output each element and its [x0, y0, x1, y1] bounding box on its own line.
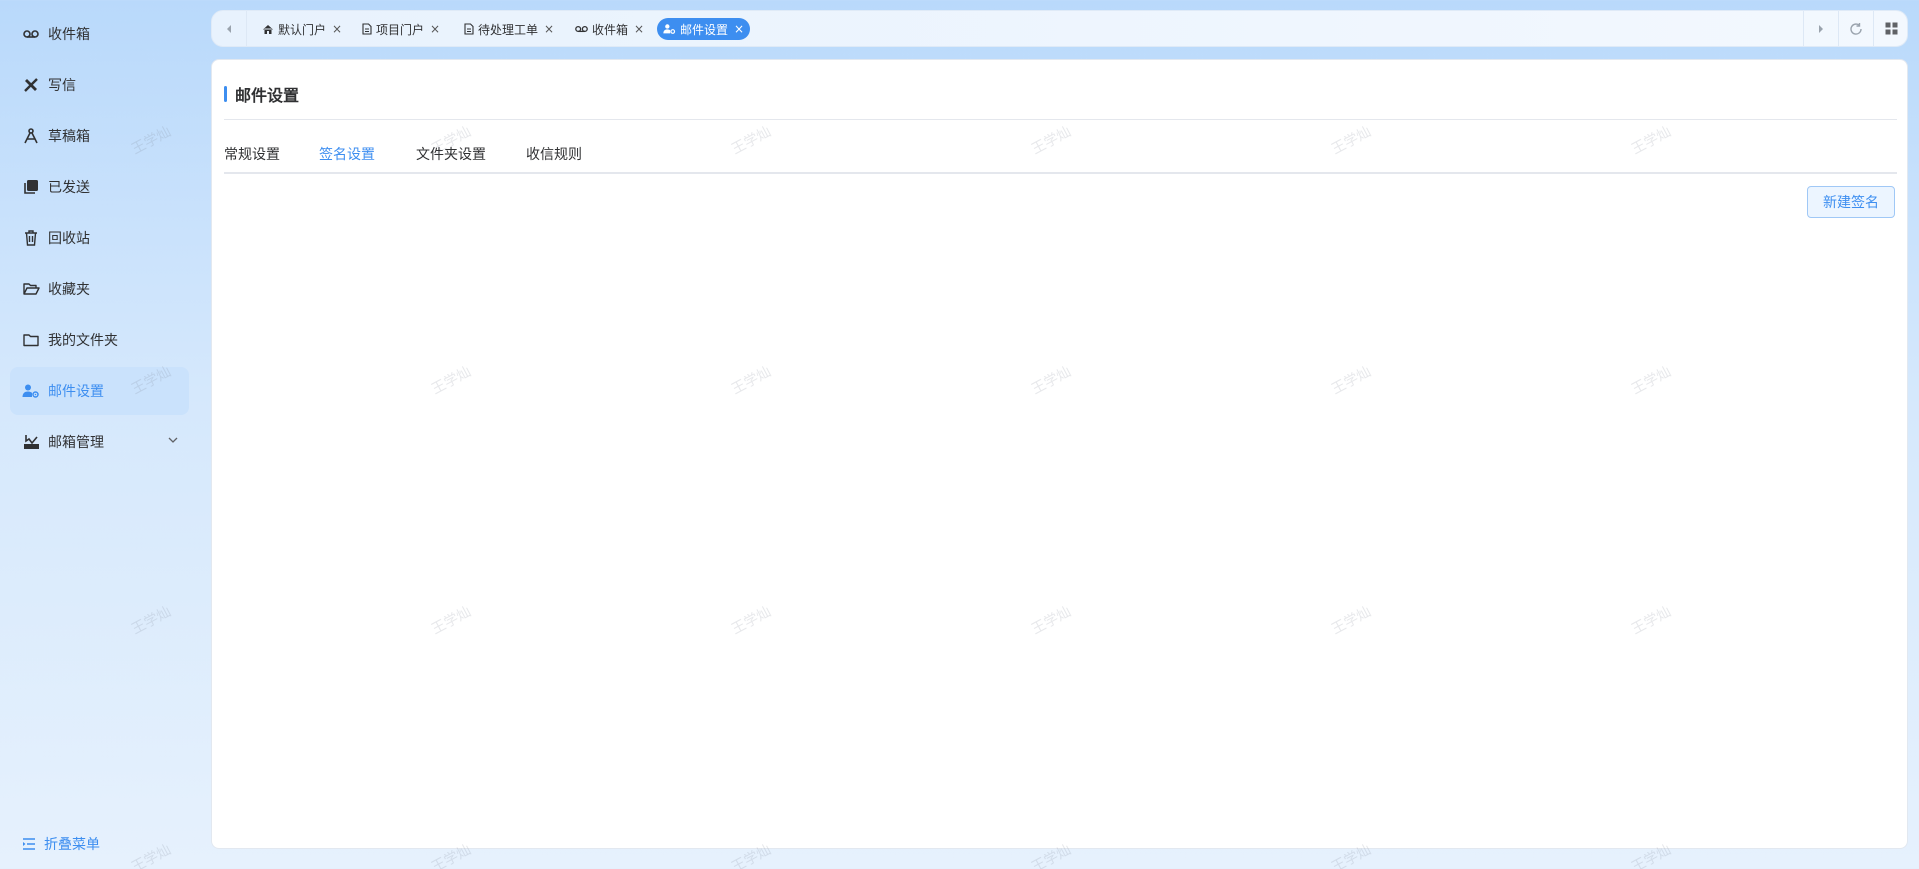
caret-left-icon — [227, 24, 231, 33]
sidebar-item-compose[interactable]: 写信 — [10, 61, 189, 109]
tabs-divider — [224, 172, 1897, 174]
page-title-text: 邮件设置 — [235, 86, 300, 105]
sidebar-item-label: 收件箱 — [48, 27, 90, 43]
sidebar-item-label: 草稿箱 — [48, 129, 90, 145]
voicemail-icon — [575, 25, 588, 33]
caret-right-icon — [1819, 24, 1823, 33]
sidebar: 收件箱 写信 草稿箱 已发送 回收站 收藏夹 我的文件夹 邮件设置 邮箱管理 折… — [0, 0, 200, 869]
sidebar-item-trash[interactable]: 回收站 — [10, 214, 189, 262]
tab-label: 收件箱 — [592, 22, 629, 37]
tab-receive-rules[interactable]: 收信规则 — [526, 144, 582, 174]
folder-open-icon — [22, 280, 40, 298]
page-title: 邮件设置 — [224, 82, 299, 106]
sidebar-item-label: 邮箱管理 — [48, 435, 104, 451]
tab-scroll-left-button[interactable] — [212, 11, 246, 46]
tab-folder-settings[interactable]: 文件夹设置 — [416, 144, 486, 174]
sidebar-item-mailbox-management[interactable]: 邮箱管理 — [10, 418, 189, 466]
tab-general-settings[interactable]: 常规设置 — [224, 144, 280, 174]
grid-icon — [1885, 22, 1897, 35]
tab-menu-button[interactable] — [1874, 11, 1908, 46]
document-icon — [362, 23, 372, 35]
folder-icon — [22, 331, 40, 349]
tab-label: 项目门户 — [376, 22, 425, 37]
sidebar-item-drafts[interactable]: 草稿箱 — [10, 112, 189, 160]
sidebar-item-label: 邮件设置 — [48, 384, 104, 400]
tab-close-button[interactable]: × — [734, 22, 744, 36]
title-accent-bar — [224, 86, 227, 102]
collapse-menu-button[interactable]: 折叠菜单 — [22, 834, 100, 854]
sidebar-item-inbox[interactable]: 收件箱 — [10, 10, 189, 58]
compass-draft-icon — [22, 127, 40, 145]
sidebar-item-label: 写信 — [48, 78, 76, 94]
sidebar-item-mail-settings[interactable]: 邮件设置 — [10, 367, 189, 415]
chevron-down-icon[interactable] — [167, 434, 179, 450]
user-gear-icon — [22, 382, 40, 400]
document-icon — [464, 23, 474, 35]
trash-icon — [22, 229, 40, 247]
main-panel: 邮件设置 常规设置 签名设置 文件夹设置 收信规则 新建签名 — [211, 59, 1908, 849]
tab-close-button[interactable]: × — [544, 22, 554, 36]
tab-project-portal[interactable]: 项目门户 × — [356, 18, 446, 40]
home-icon — [262, 24, 274, 35]
sidebar-item-label: 回收站 — [48, 231, 90, 247]
tab-label: 默认门户 — [278, 22, 327, 37]
list-collapse-icon — [22, 838, 36, 850]
tab-label: 待处理工单 — [478, 22, 539, 37]
tab-close-button[interactable]: × — [634, 22, 644, 36]
tab-inbox[interactable]: 收件箱 × — [569, 18, 650, 40]
collapse-menu-label: 折叠菜单 — [44, 837, 100, 853]
voicemail-icon — [22, 25, 40, 43]
tab-close-button[interactable]: × — [430, 22, 440, 36]
pen-ruler-icon — [22, 76, 40, 94]
title-divider — [224, 119, 1897, 120]
sent-stack-icon — [22, 178, 40, 196]
tab-signature-settings[interactable]: 签名设置 — [319, 144, 375, 174]
refresh-button[interactable] — [1839, 11, 1873, 46]
new-signature-button[interactable]: 新建签名 — [1807, 186, 1895, 218]
tab-label: 邮件设置 — [680, 22, 729, 37]
tab-pending-tickets[interactable]: 待处理工单 × — [458, 18, 560, 40]
sidebar-item-my-folders[interactable]: 我的文件夹 — [10, 316, 189, 364]
refresh-icon — [1850, 22, 1862, 35]
sidebar-item-label: 收藏夹 — [48, 282, 90, 298]
inbox-tray-icon — [22, 433, 40, 451]
sidebar-item-label: 已发送 — [48, 180, 90, 196]
tab-divider — [246, 11, 247, 46]
sidebar-item-label: 我的文件夹 — [48, 333, 118, 349]
tab-bar: 默认门户 × 项目门户 × 待处理工单 × 收件箱 × 邮件设置 × — [211, 10, 1908, 47]
tab-mail-settings[interactable]: 邮件设置 × — [657, 18, 751, 40]
sidebar-item-sent[interactable]: 已发送 — [10, 163, 189, 211]
user-gear-icon — [663, 23, 676, 35]
tab-scroll-right-button[interactable] — [1804, 11, 1838, 46]
tab-close-button[interactable]: × — [332, 22, 342, 36]
tab-default-portal[interactable]: 默认门户 × — [256, 18, 348, 40]
sidebar-item-favorites[interactable]: 收藏夹 — [10, 265, 189, 313]
